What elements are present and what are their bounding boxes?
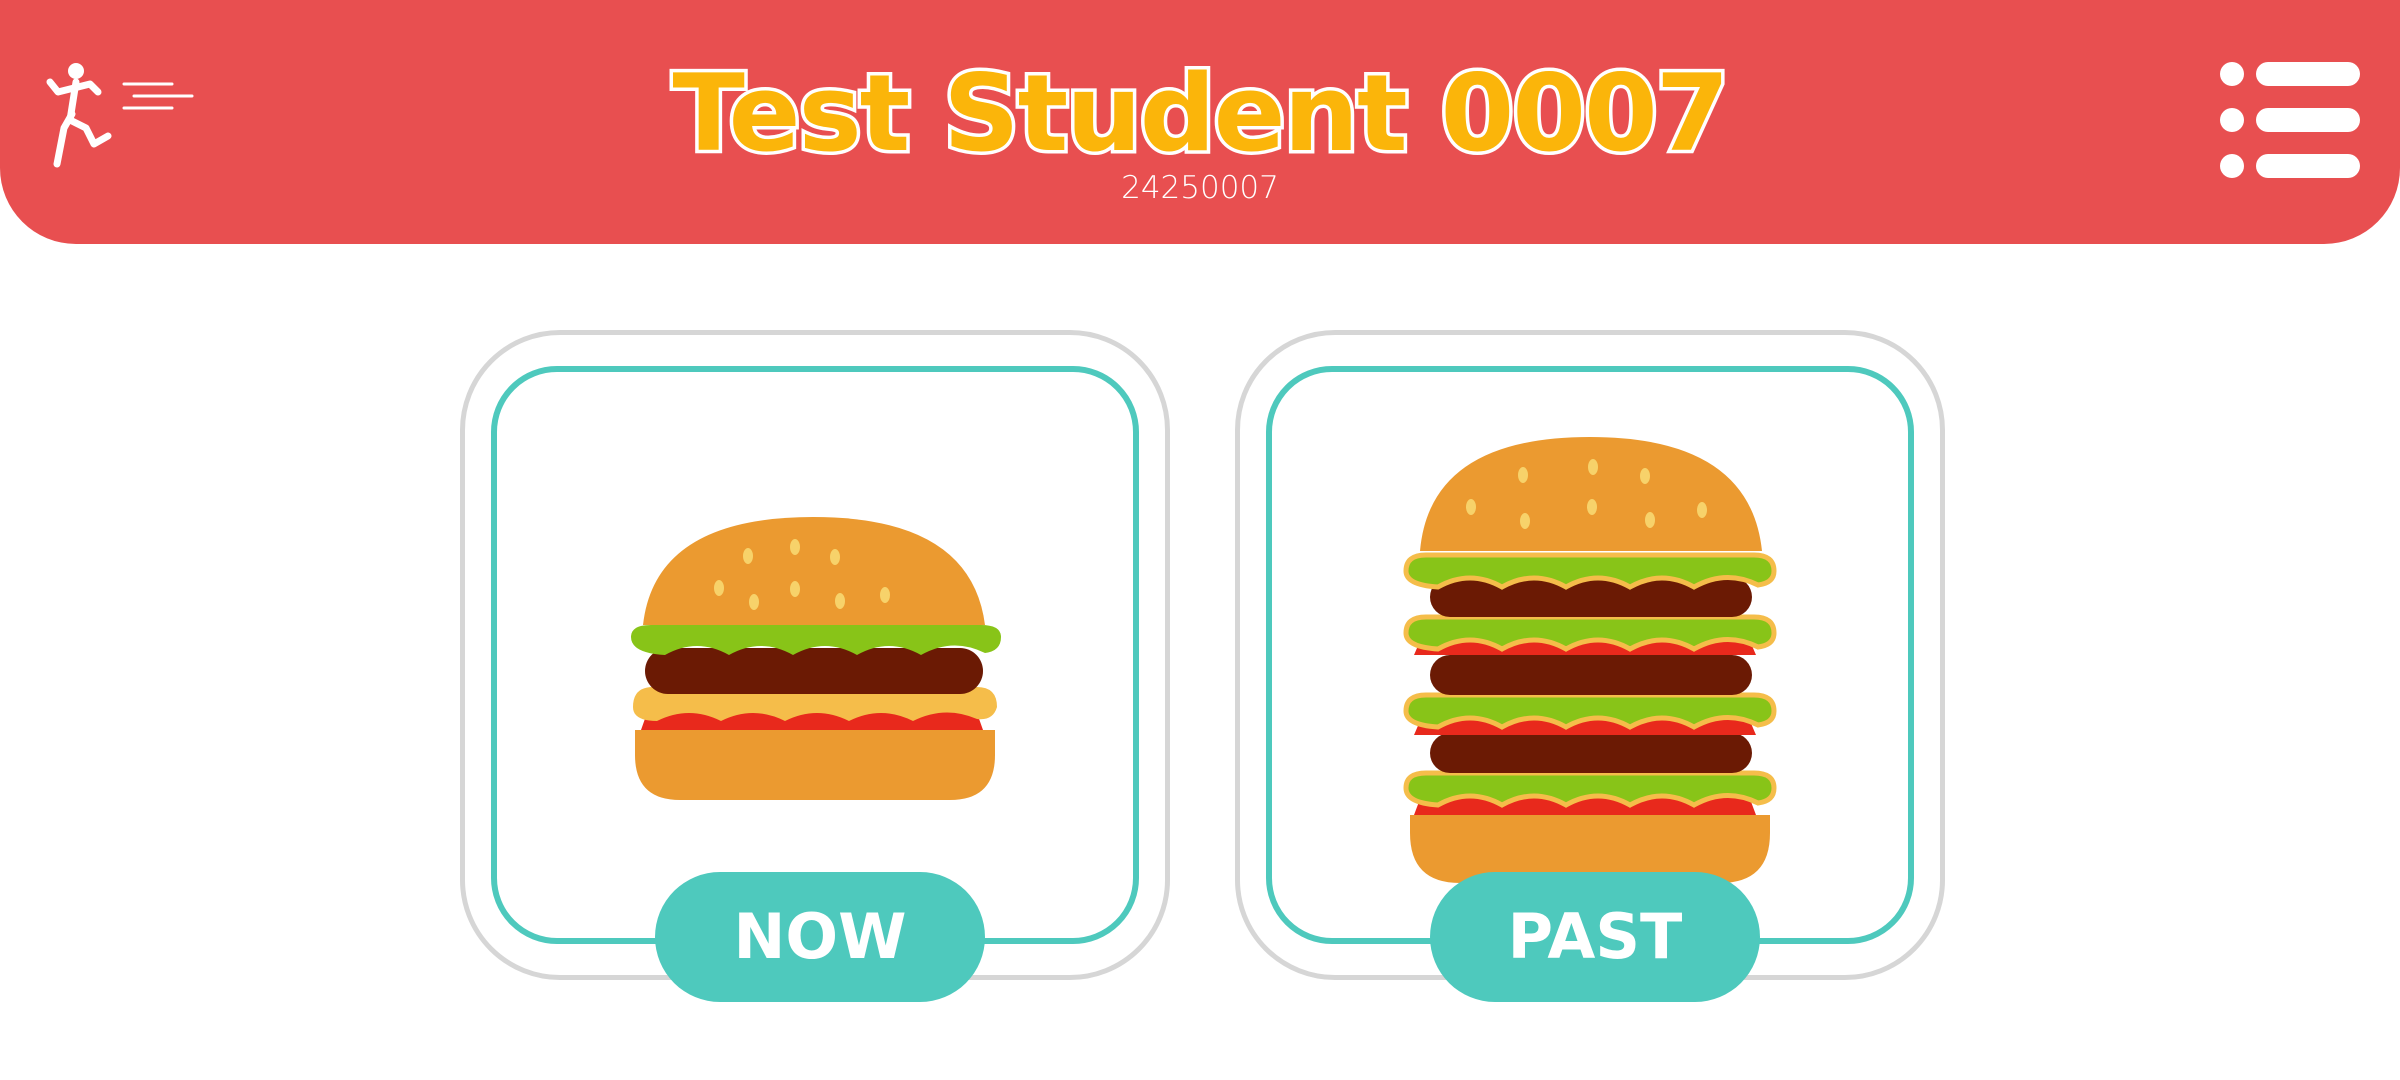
now-label: NOW — [655, 872, 985, 1002]
answer-card-now[interactable]: NOW — [460, 330, 1170, 1002]
header-bar: Test Student 0007 24250007 — [0, 0, 2400, 244]
menu-button[interactable] — [2210, 58, 2360, 184]
menu-list-icon — [2220, 62, 2360, 178]
answer-card-past[interactable]: PAST — [1235, 330, 1945, 1002]
past-label: PAST — [1430, 872, 1760, 1002]
student-id: 24250007 — [1121, 170, 1279, 206]
student-name-title: Test Student 0007 — [669, 50, 1733, 177]
